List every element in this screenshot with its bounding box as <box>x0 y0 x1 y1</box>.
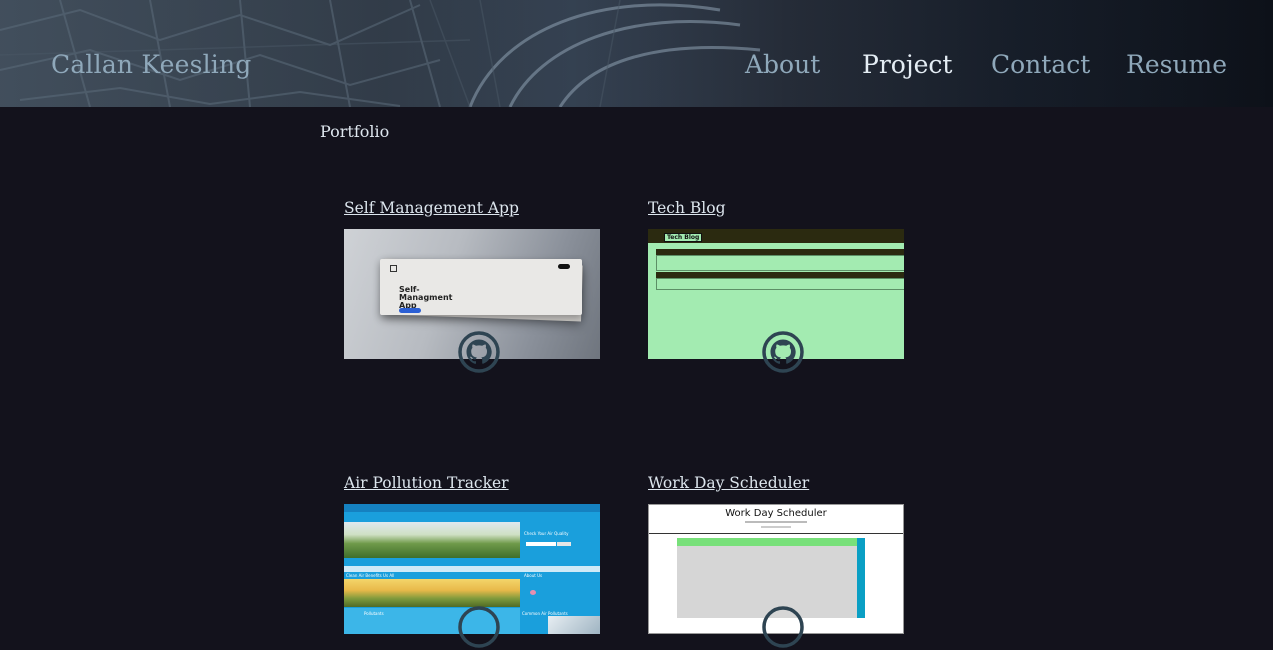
project-card: Self Management App Self-Managment App <box>344 197 600 373</box>
project-card: Tech Blog Tech Blog <box>648 197 904 373</box>
thumb-field-image <box>344 579 520 607</box>
project-card: Work Day Scheduler Work Day Scheduler <box>648 472 904 648</box>
thumb-heading: Self-Managment App <box>399 285 453 310</box>
section-title: Portfolio <box>320 122 390 141</box>
github-icon[interactable] <box>458 331 500 373</box>
thumb-search-button <box>557 542 571 546</box>
thumb-save-column <box>857 538 865 618</box>
thumb-login-button <box>558 264 570 269</box>
nav-project[interactable]: Project <box>862 50 952 79</box>
thumb-current-hour <box>677 538 857 546</box>
nav-contact[interactable]: Contact <box>991 50 1090 79</box>
thumb-cta-button <box>399 308 421 313</box>
thumb-heart-icon <box>530 590 536 595</box>
project-title-link[interactable]: Self Management App <box>344 197 600 219</box>
nav-resume[interactable]: Resume <box>1126 50 1227 79</box>
github-icon[interactable] <box>458 606 500 648</box>
header-banner: Callan Keesling About Project Contact Re… <box>0 0 1273 107</box>
thumb-heading: Work Day Scheduler <box>725 508 827 519</box>
thumb-heading: Tech Blog <box>664 233 703 242</box>
thumb-subheading: Pollutants <box>364 611 384 616</box>
project-title-link[interactable]: Work Day Scheduler <box>648 472 904 494</box>
thumb-heading: Check Your Air Quality <box>524 531 569 536</box>
thumb-divider <box>344 566 600 572</box>
thumb-post-body <box>656 255 904 271</box>
thumb-side-image <box>548 616 600 634</box>
thumb-subtitle-line <box>745 521 807 523</box>
thumb-hero-image <box>344 522 520 558</box>
thumb-date-line <box>761 526 791 528</box>
thumb-post-body <box>656 278 904 290</box>
thumb-card: Self-Managment App <box>380 259 582 315</box>
thumb-navbar <box>344 504 600 512</box>
thumb-subheading: Clean Air Benefits Us All <box>346 573 395 578</box>
thumb-logo-icon <box>390 265 397 272</box>
github-icon[interactable] <box>762 331 804 373</box>
nav-about[interactable]: About <box>745 50 820 79</box>
github-icon[interactable] <box>762 606 804 648</box>
project-card: Air Pollution Tracker Check Your Air Qua… <box>344 472 600 648</box>
thumb-subheading: About Us <box>524 573 543 578</box>
project-title-link[interactable]: Air Pollution Tracker <box>344 472 600 494</box>
thumb-header-rule <box>649 533 903 534</box>
main-nav: About Project Contact Resume <box>0 50 1273 90</box>
thumb-search-input <box>526 542 556 546</box>
project-title-link[interactable]: Tech Blog <box>648 197 904 219</box>
